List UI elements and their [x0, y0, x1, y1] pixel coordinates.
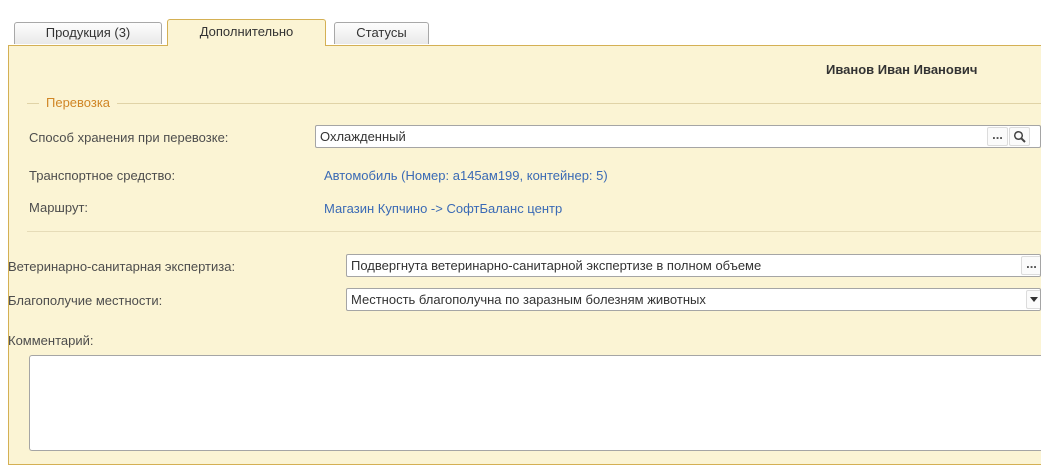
route-label: Маршрут: [29, 200, 89, 215]
group-title-transport: Перевозка [46, 95, 111, 110]
tab-statuses[interactable]: Статусы [334, 22, 429, 44]
locality-value: Местность благополучна по заразным болез… [351, 292, 706, 307]
tab-bar: Продукция (3) Дополнительно Статусы [0, 0, 1041, 47]
storage-label: Способ хранения при перевозке: [29, 130, 229, 145]
locality-label: Благополучие местности: [8, 293, 163, 308]
vehicle-link[interactable]: Автомобиль (Номер: а145ам199, контейнер:… [324, 168, 608, 183]
comment-textarea[interactable] [29, 355, 1041, 451]
search-icon[interactable] [1009, 127, 1030, 146]
vet-label: Ветеринарно-санитарная экспертиза: [8, 259, 236, 274]
group-divider-right [117, 103, 1041, 104]
route-link[interactable]: Магазин Купчино -> СофтБаланс центр [324, 201, 562, 216]
tab-products[interactable]: Продукция (3) [14, 22, 162, 44]
storage-value: Охлажденный [320, 129, 406, 144]
tab-additional[interactable]: Дополнительно [167, 19, 326, 46]
vet-value: Подвергнута ветеринарно-санитарной экспе… [351, 258, 762, 273]
vet-select-button[interactable]: ... [1021, 256, 1040, 275]
storage-select-button[interactable]: ... [987, 127, 1008, 146]
chevron-down-icon[interactable] [1026, 290, 1040, 309]
vet-field[interactable]: Подвергнута ветеринарно-санитарной экспе… [346, 254, 1041, 277]
vehicle-label: Транспортное средство: [29, 168, 176, 183]
storage-field[interactable]: Охлажденный ... [315, 125, 1041, 148]
locality-dropdown[interactable]: Местность благополучна по заразным болез… [346, 288, 1041, 311]
group-divider-left [27, 103, 39, 104]
group-bottom-divider [27, 231, 1041, 232]
user-name: Иванов Иван Иванович [826, 62, 978, 77]
comment-label: Комментарий: [8, 333, 94, 348]
